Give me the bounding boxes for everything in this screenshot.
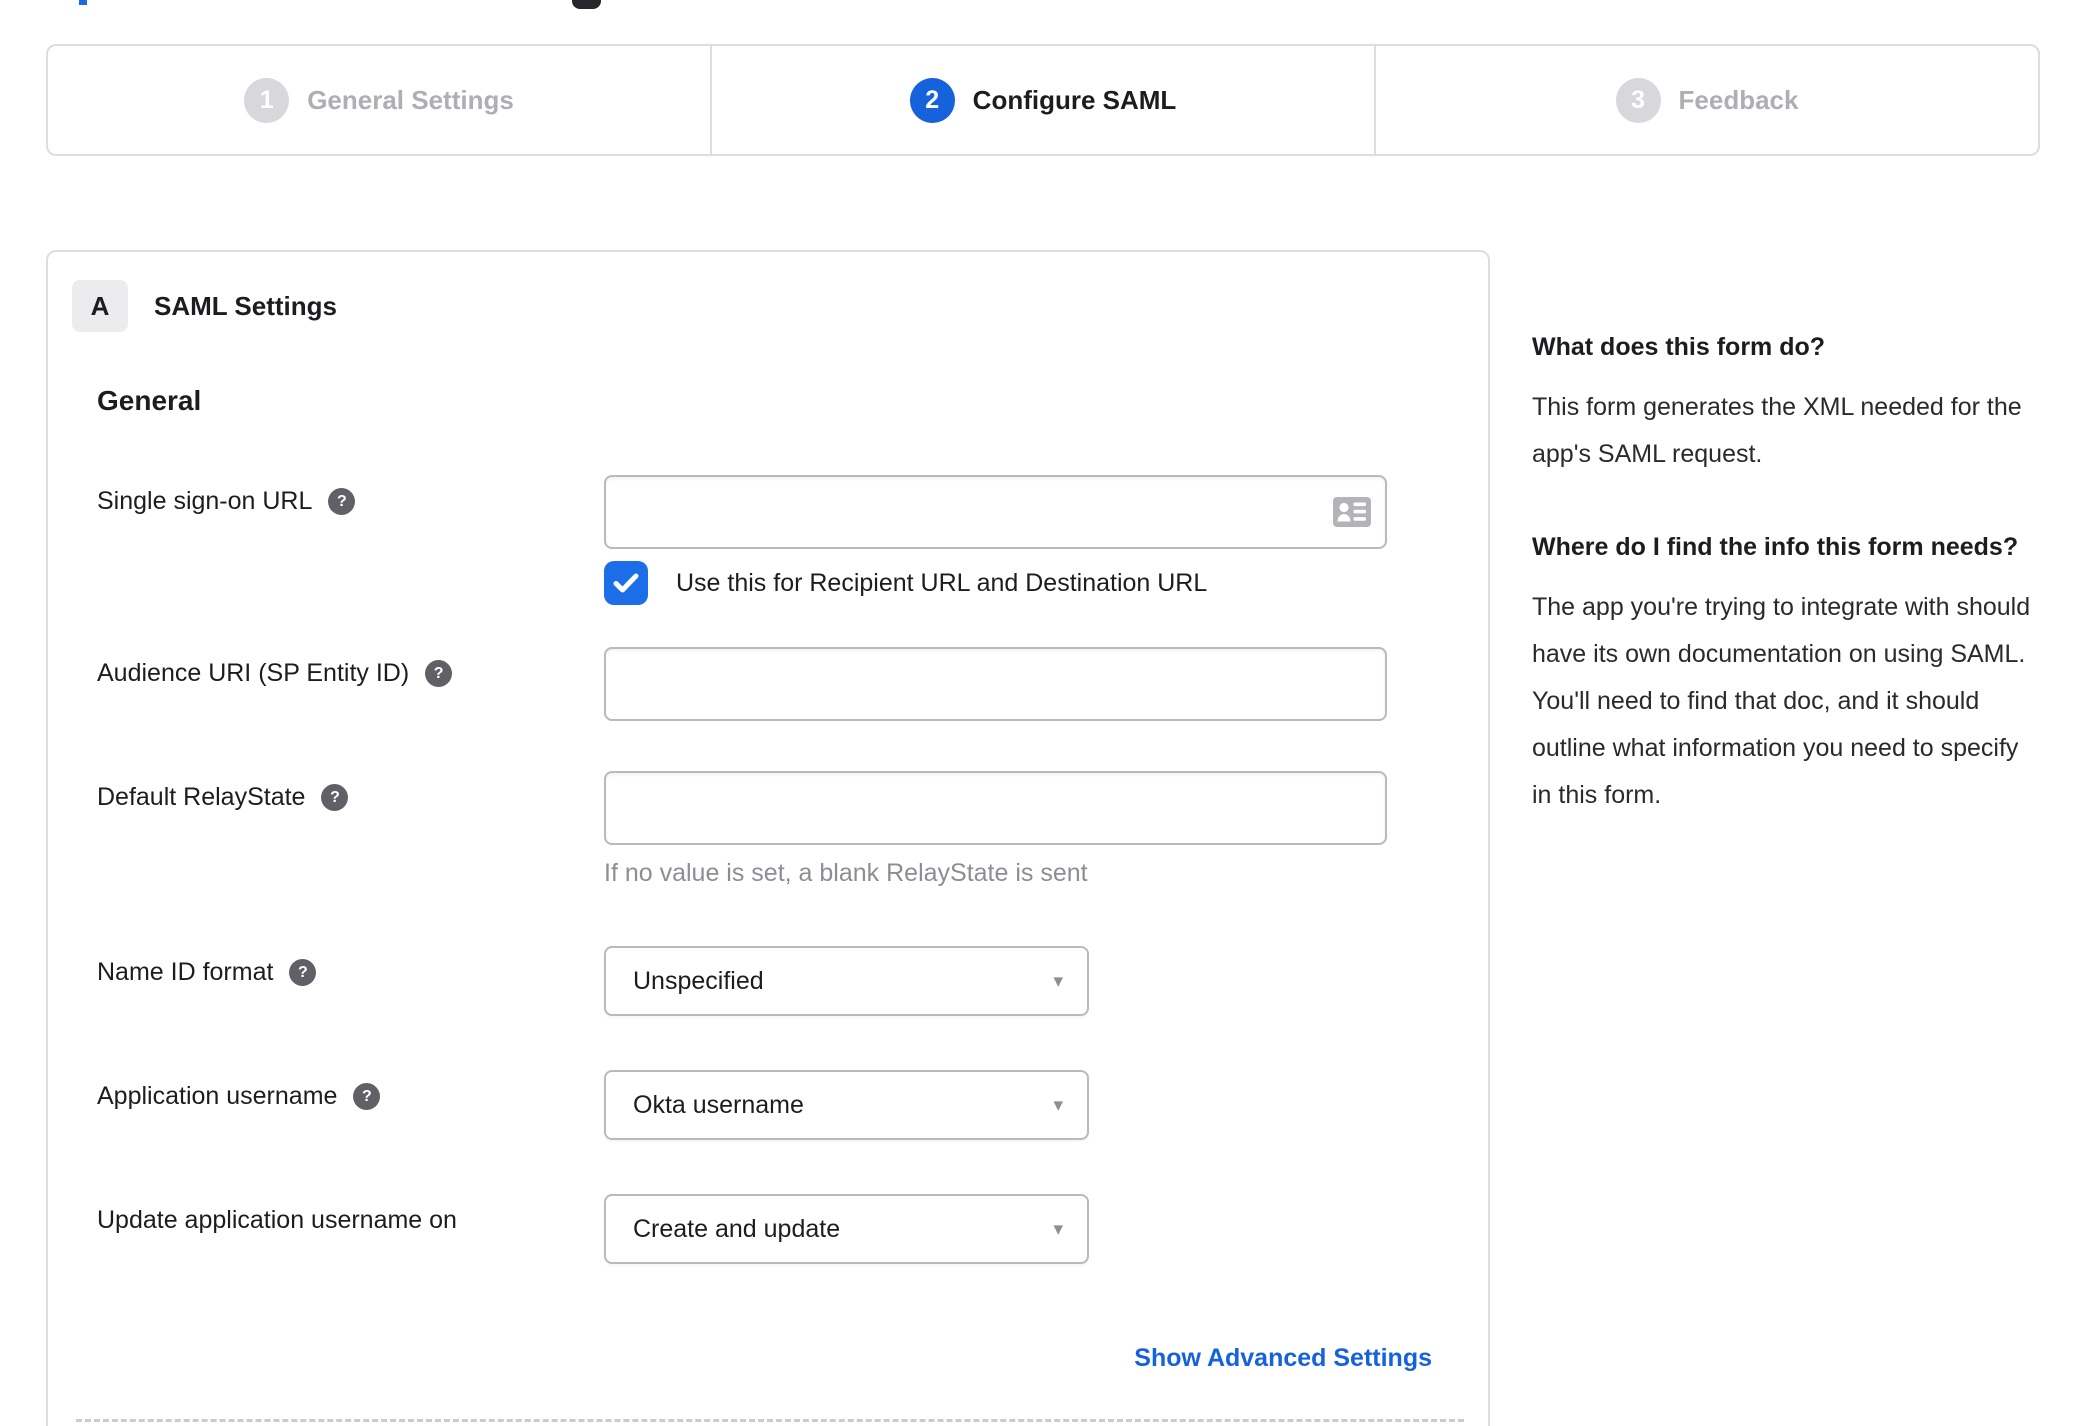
step-general-settings[interactable]: 1 General Settings	[48, 46, 710, 154]
step-feedback[interactable]: 3 Feedback	[1374, 46, 2038, 154]
audience-uri-input[interactable]	[604, 647, 1387, 721]
relay-state-hint: If no value is set, a blank RelayState i…	[604, 859, 1088, 887]
relay-state-input[interactable]	[604, 771, 1387, 845]
name-id-format-label: Name ID format	[97, 958, 274, 986]
help-icon[interactable]: ?	[289, 959, 317, 986]
sidebar-question-1: What does this form do?	[1532, 333, 1826, 361]
section-divider	[76, 1419, 1464, 1422]
relay-state-label: Default RelayState	[97, 783, 306, 811]
step-number-badge: 1	[244, 77, 290, 123]
recipient-url-checkbox[interactable]	[604, 561, 648, 605]
sso-url-input[interactable]	[604, 475, 1387, 549]
cutoff-logo-fragment	[572, 0, 601, 9]
sidebar-answer-2: The app you're trying to integrate with …	[1532, 593, 2031, 809]
step-configure-saml[interactable]: 2 Configure SAML	[710, 46, 1374, 154]
show-advanced-settings-link[interactable]: Show Advanced Settings	[1134, 1344, 1432, 1372]
audience-uri-label: Audience URI (SP Entity ID)	[97, 659, 410, 687]
update-username-select[interactable]: Create and update ▾	[604, 1194, 1089, 1264]
checkmark-icon	[613, 573, 639, 593]
help-icon[interactable]: ?	[321, 784, 349, 811]
update-username-label: Update application username on	[97, 1206, 457, 1234]
name-id-format-select[interactable]: Unspecified ▾	[604, 946, 1089, 1016]
step-label: Feedback	[1678, 84, 1799, 115]
help-sidebar: What does this form do? This form genera…	[1532, 250, 2037, 869]
help-icon[interactable]: ?	[328, 488, 356, 515]
chevron-down-icon: ▾	[1053, 1218, 1063, 1240]
section-a-badge: A	[72, 280, 128, 332]
chevron-down-icon: ▾	[1053, 1094, 1063, 1116]
sso-url-label: Single sign-on URL	[97, 487, 313, 515]
sidebar-answer-1: This form generates the XML needed for t…	[1532, 393, 2022, 468]
update-username-value: Create and update	[633, 1214, 841, 1243]
app-username-select[interactable]: Okta username ▾	[604, 1070, 1089, 1140]
wizard-stepper: 1 General Settings 2 Configure SAML 3 Fe…	[46, 44, 2040, 156]
chevron-down-icon: ▾	[1053, 970, 1063, 992]
step-number-badge: 3	[1615, 77, 1661, 123]
recipient-url-checkbox-label: Use this for Recipient URL and Destinati…	[676, 568, 1208, 597]
sidebar-question-2: Where do I find the info this form needs…	[1532, 533, 2019, 561]
general-heading: General	[97, 385, 202, 416]
saml-settings-panel: A SAML Settings General Single sign-on U…	[46, 250, 1490, 1426]
contact-card-icon[interactable]	[1333, 497, 1371, 527]
app-username-label: Application username	[97, 1082, 338, 1110]
help-icon[interactable]: ?	[353, 1083, 381, 1110]
step-label: General Settings	[307, 84, 514, 115]
step-label: Configure SAML	[972, 84, 1177, 115]
step-number-badge: 2	[909, 77, 955, 123]
help-icon[interactable]: ?	[425, 660, 453, 687]
name-id-format-value: Unspecified	[633, 966, 764, 995]
cutoff-blue-fragment	[79, 0, 87, 5]
app-username-value: Okta username	[633, 1090, 804, 1119]
panel-title: SAML Settings	[154, 290, 337, 321]
